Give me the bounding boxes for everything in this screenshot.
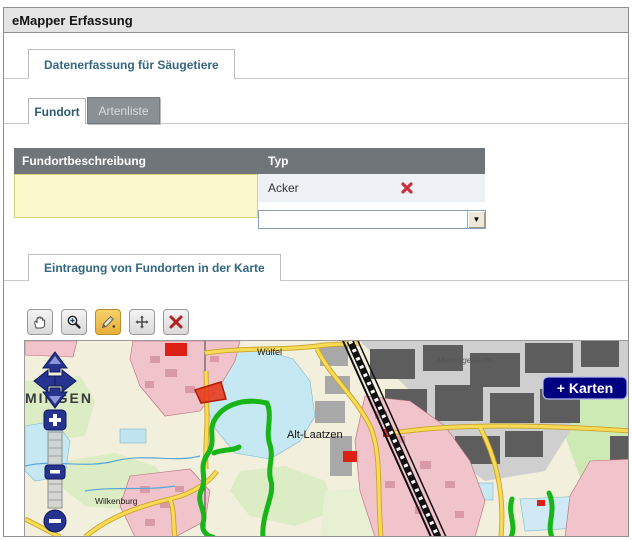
map-label-alt-laatzen: Alt-Laatzen — [287, 429, 343, 441]
emapper-window: eMapper Erfassung Datenerfassung für Säu… — [3, 7, 629, 537]
pencil-plus-icon — [100, 314, 116, 330]
hand-icon — [32, 314, 48, 330]
tab-fundort-label: Fundort — [34, 105, 79, 119]
move-arrows-icon — [134, 314, 150, 330]
delete-tool-button[interactable] — [163, 309, 189, 335]
knob-minus-icon — [50, 470, 60, 474]
tab-artenliste[interactable]: Artenliste — [87, 97, 160, 124]
delete-row-icon[interactable] — [400, 181, 414, 195]
tab-eintragung-karte[interactable]: Eintragung von Fundorten in der Karte — [28, 254, 281, 281]
layer-switcher-button[interactable]: + Karten — [543, 377, 627, 399]
column-header-typ: Typ — [258, 154, 288, 168]
map-label-wuelfel: Wülfel — [257, 347, 282, 357]
red-x-icon — [168, 314, 184, 330]
minus-icon — [49, 519, 61, 523]
fundortbeschreibung-input[interactable] — [14, 174, 258, 218]
pan-tool-button[interactable] — [27, 309, 53, 335]
map-canvas[interactable]: MINGEN Wülfel Alt-Laatzen Wilkenburg Mes… — [25, 341, 629, 537]
move-tool-button[interactable] — [129, 309, 155, 335]
window-titlebar: eMapper Erfassung — [4, 8, 628, 33]
table-row: Acker — [258, 174, 485, 202]
map-image: MINGEN Wülfel Alt-Laatzen Wilkenburg Mes… — [25, 341, 629, 537]
select-dropdown-arrow-icon[interactable]: ▼ — [467, 211, 485, 228]
tab-artenliste-label: Artenliste — [98, 104, 148, 118]
typ-cell-value: Acker — [258, 181, 400, 195]
column-header-fundortbeschreibung: Fundortbeschreibung — [14, 154, 258, 168]
zoom-tool-button[interactable] — [61, 309, 87, 335]
window-title: eMapper Erfassung — [12, 13, 133, 28]
map-label-messegelaende: Messegelände — [437, 355, 493, 365]
typ-select[interactable]: ▼ — [258, 210, 486, 229]
tab-fundort[interactable]: Fundort — [28, 98, 86, 124]
draw-tool-button[interactable] — [95, 309, 121, 335]
layer-switcher-label: + Karten — [557, 380, 613, 396]
tab-datenerfassung-label: Datenerfassung für Säugetiere — [44, 58, 219, 72]
tab-datenerfassung-saeugetiere[interactable]: Datenerfassung für Säugetiere — [28, 49, 235, 79]
tab-eintragung-label: Eintragung von Fundorten in der Karte — [44, 261, 265, 275]
magnifier-plus-icon — [66, 314, 82, 330]
fundort-table-header: Fundortbeschreibung Typ — [14, 148, 485, 174]
map-label-wilkenburg: Wilkenburg — [95, 496, 138, 506]
